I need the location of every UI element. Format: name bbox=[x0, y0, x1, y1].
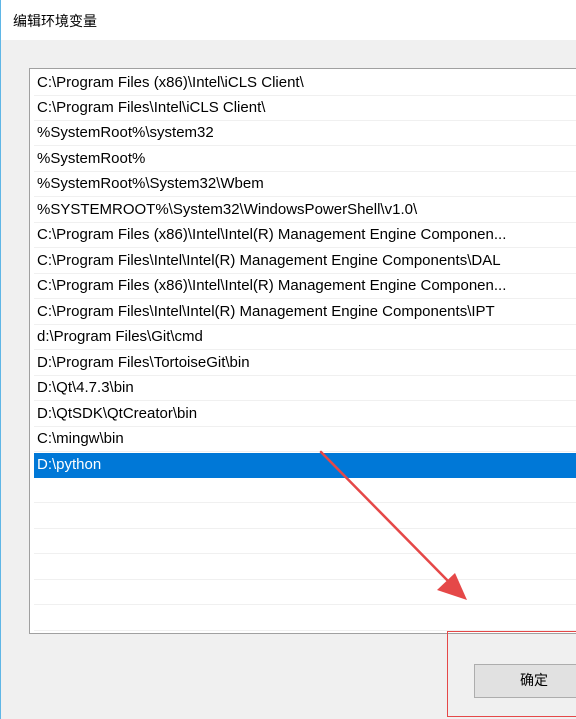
list-item[interactable]: D:\QtSDK\QtCreator\bin bbox=[34, 402, 576, 427]
empty-row bbox=[34, 478, 576, 503]
list-item[interactable]: D:\Qt\4.7.3\bin bbox=[34, 376, 576, 401]
empty-row bbox=[34, 529, 576, 554]
edit-env-variable-dialog: 编辑环境变量 C:\Program Files (x86)\Intel\iCLS… bbox=[0, 0, 576, 719]
list-item[interactable]: D:\Program Files\TortoiseGit\bin bbox=[34, 351, 576, 376]
title-bar[interactable]: 编辑环境变量 bbox=[1, 0, 576, 40]
empty-row bbox=[34, 504, 576, 529]
ok-button[interactable]: 确定 bbox=[474, 664, 576, 698]
list-item-selected[interactable]: D:\python bbox=[34, 453, 576, 478]
list-item[interactable]: C:\Program Files (x86)\Intel\Intel(R) Ma… bbox=[34, 274, 576, 299]
empty-row bbox=[34, 555, 576, 580]
list-item[interactable]: C:\Program Files (x86)\Intel\iCLS Client… bbox=[34, 71, 576, 96]
list-item[interactable]: %SystemRoot%\System32\Wbem bbox=[34, 172, 576, 197]
list-item[interactable]: C:\Program Files\Intel\iCLS Client\ bbox=[34, 96, 576, 121]
dialog-title: 编辑环境变量 bbox=[13, 14, 97, 30]
list-item[interactable]: C:\Program Files (x86)\Intel\Intel(R) Ma… bbox=[34, 223, 576, 248]
path-list[interactable]: C:\Program Files (x86)\Intel\iCLS Client… bbox=[29, 68, 576, 634]
list-item[interactable]: %SystemRoot%\system32 bbox=[34, 121, 576, 146]
list-item[interactable]: C:\mingw\bin bbox=[34, 427, 576, 452]
list-item[interactable]: %SYSTEMROOT%\System32\WindowsPowerShell\… bbox=[34, 198, 576, 223]
list-item[interactable]: %SystemRoot% bbox=[34, 147, 576, 172]
empty-row bbox=[34, 580, 576, 605]
list-item[interactable]: C:\Program Files\Intel\Intel(R) Manageme… bbox=[34, 300, 576, 325]
empty-row bbox=[34, 606, 576, 631]
list-item[interactable]: C:\Program Files\Intel\Intel(R) Manageme… bbox=[34, 249, 576, 274]
list-item[interactable]: d:\Program Files\Git\cmd bbox=[34, 325, 576, 350]
